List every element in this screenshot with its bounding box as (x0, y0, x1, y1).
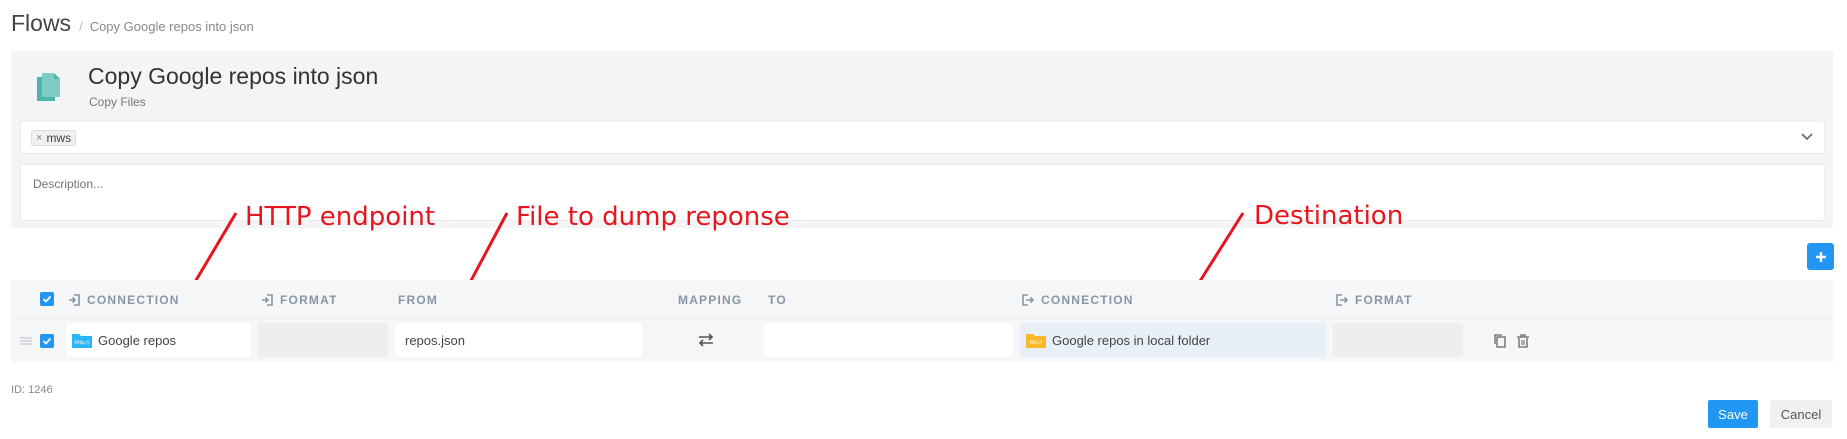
tag-label: mws (46, 131, 72, 145)
header-dest-connection: CONNECTION (1022, 293, 1134, 307)
source-connection-value: Google repos (98, 332, 177, 348)
dest-format-select[interactable] (1333, 323, 1463, 357)
http-folder-icon: http:// (72, 334, 92, 348)
breadcrumb-current: Copy Google repos into json (89, 19, 254, 34)
select-all-checkbox[interactable] (40, 292, 54, 306)
add-row-button[interactable] (1807, 243, 1834, 270)
tags-select[interactable]: × mws (20, 121, 1825, 154)
breadcrumb: Flows / Copy Google repos into json (11, 10, 254, 37)
save-button[interactable]: Save (1708, 400, 1758, 428)
file-folder-icon: file:// (1026, 334, 1046, 348)
sign-in-icon (69, 294, 80, 306)
to-input[interactable] (764, 323, 1013, 357)
header-to: TO (768, 293, 787, 307)
header-from: FROM (398, 293, 439, 307)
annotation-file-dump: File to dump reponse (516, 202, 790, 232)
flow-id-label: ID: 1246 (11, 384, 53, 396)
sign-out-icon (1336, 294, 1348, 306)
trash-icon[interactable] (1516, 333, 1530, 349)
breadcrumb-flows-link[interactable]: Flows (11, 10, 71, 37)
header-source-format: FORMAT (261, 293, 338, 307)
row-checkbox[interactable] (40, 334, 54, 348)
annotation-destination: Destination (1254, 201, 1404, 231)
dest-connection-value: Google repos in local folder (1052, 332, 1211, 348)
header-dest-format: FORMAT (1336, 293, 1413, 307)
cancel-button[interactable]: Cancel (1770, 400, 1832, 428)
plus-icon (1815, 251, 1826, 262)
sign-in-icon (262, 294, 273, 306)
tag-remove-button[interactable]: × (36, 132, 42, 144)
mapping-row: http:// Google repos repos.json file:// … (11, 318, 1833, 362)
drag-handle-icon[interactable] (20, 337, 32, 345)
copy-files-icon (37, 73, 60, 101)
from-value: repos.json (405, 332, 465, 348)
duplicate-icon[interactable] (1493, 333, 1507, 349)
sign-out-icon (1022, 294, 1034, 306)
flow-subtitle: Copy Files (89, 95, 146, 109)
chevron-down-icon[interactable] (1800, 129, 1814, 143)
annotation-http-endpoint: HTTP endpoint (245, 202, 436, 232)
dest-connection-select[interactable]: file:// Google repos in local folder (1020, 323, 1326, 357)
flow-title: Copy Google repos into json (88, 63, 379, 89)
breadcrumb-separator: / (79, 19, 83, 34)
header-mapping: MAPPING (678, 293, 743, 307)
check-icon (42, 337, 52, 345)
from-input[interactable]: repos.json (395, 323, 642, 357)
mapping-exchange-icon[interactable] (698, 333, 714, 347)
source-format-select[interactable] (258, 323, 388, 357)
http-icon-label: http:// (74, 340, 90, 346)
header-source-connection: CONNECTION (68, 293, 180, 307)
check-icon (42, 295, 52, 303)
tag-mws: × mws (31, 130, 77, 146)
source-connection-select[interactable]: http:// Google repos (66, 323, 251, 357)
file-icon-label: file:// (1030, 340, 1043, 346)
mapping-table-header: CONNECTION FORMAT FROM MAPPING TO CONNEC… (11, 280, 1833, 318)
